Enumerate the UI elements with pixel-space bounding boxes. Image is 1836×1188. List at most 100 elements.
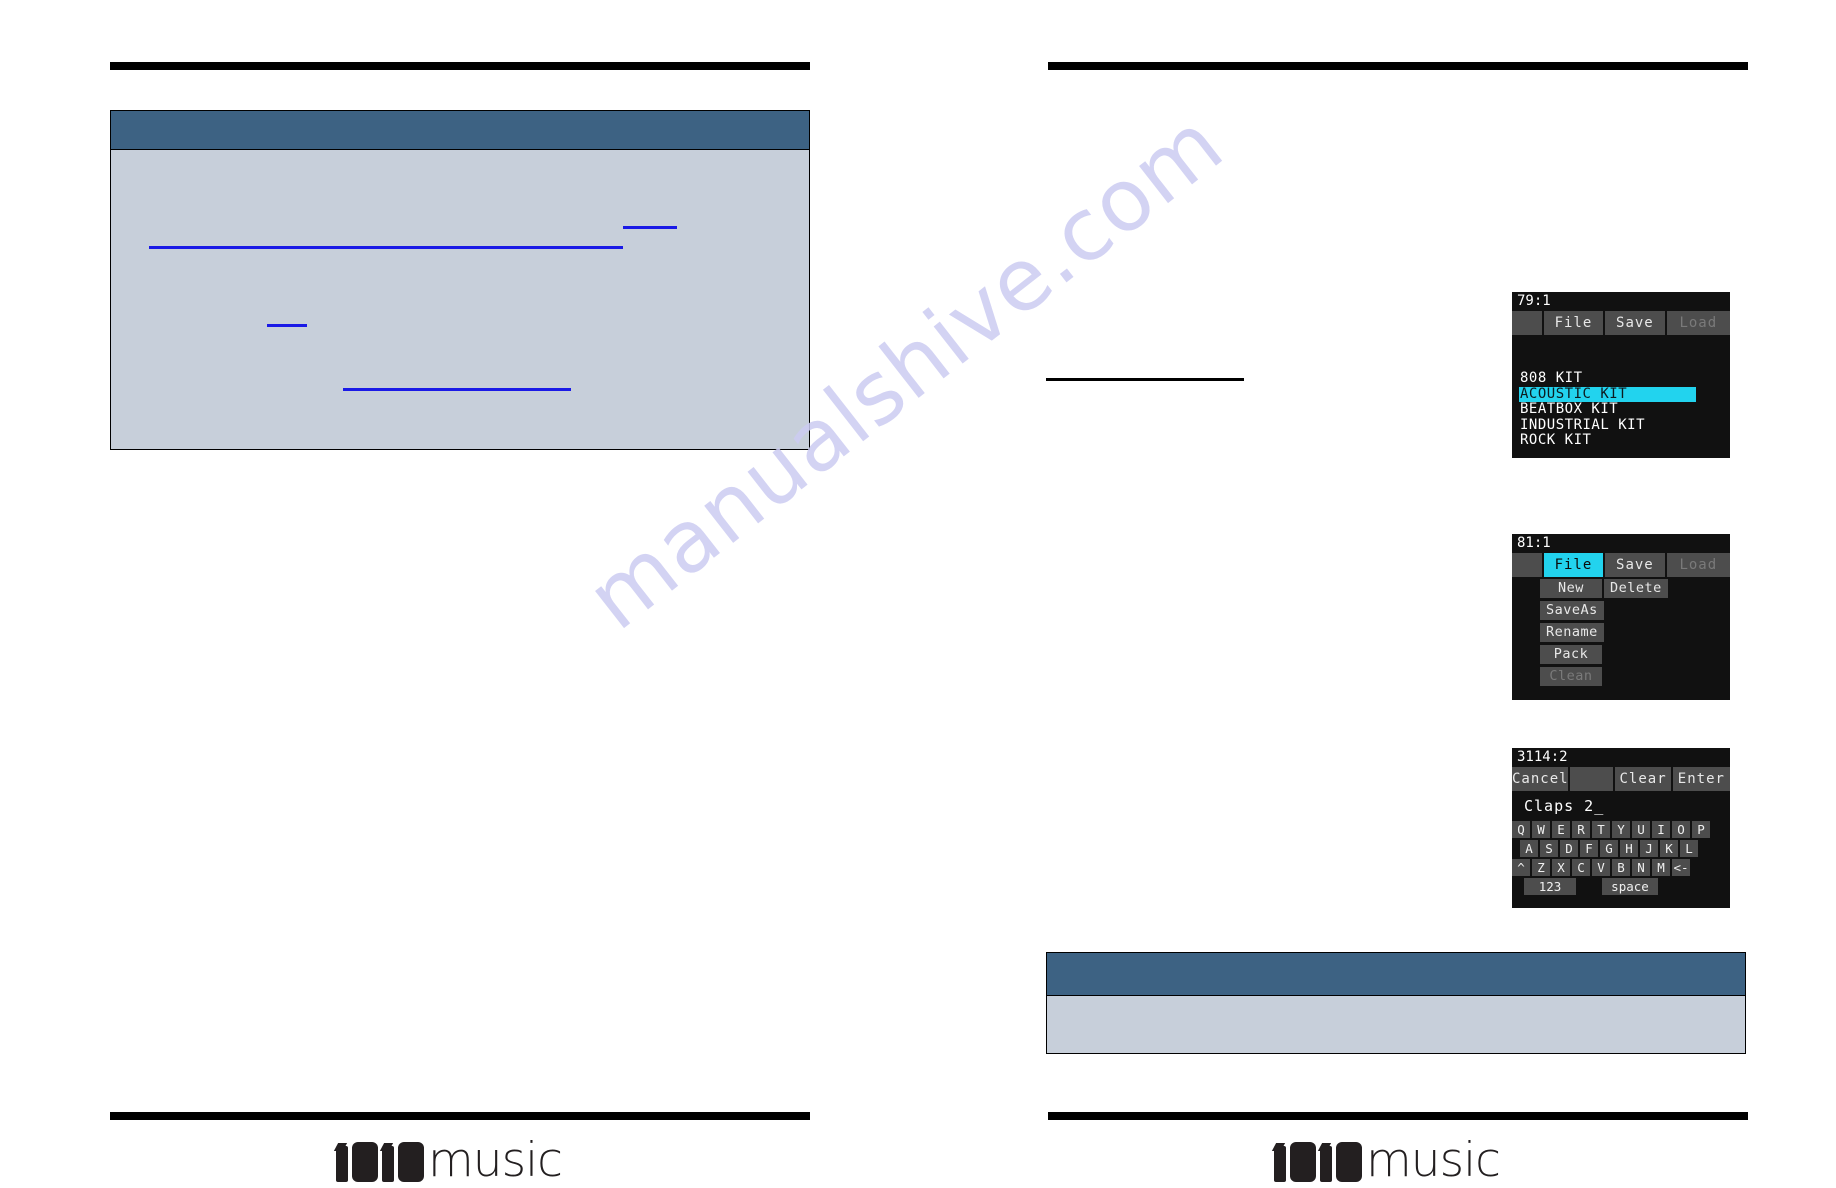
screen-title: 81:1	[1512, 534, 1730, 553]
list-item[interactable]: 808 KIT	[1519, 370, 1723, 387]
key-o[interactable]: O	[1672, 821, 1690, 838]
key-v[interactable]: V	[1592, 859, 1610, 876]
keyboard-row-3: ^ Z X C V B N M <-	[1512, 859, 1730, 876]
menu-row: Rename	[1540, 623, 1668, 642]
menu-row: New Delete	[1540, 579, 1668, 598]
hyperlink-underline[interactable]	[267, 324, 307, 327]
tab-blank	[1570, 767, 1614, 791]
menu-item-rename[interactable]: Rename	[1540, 623, 1604, 642]
menu-item-clean[interactable]: Clean	[1540, 667, 1602, 686]
tab-load[interactable]: Load	[1666, 553, 1730, 577]
logo-mark-icon	[336, 1140, 425, 1182]
section-underline	[1046, 378, 1244, 381]
file-menu-body: New Delete SaveAs Rename Pack Clean	[1512, 577, 1730, 700]
key-m[interactable]: M	[1652, 859, 1670, 876]
menu-row: Clean	[1540, 667, 1668, 686]
keyboard-row-2: A S D F G H J K L	[1512, 840, 1730, 857]
tab-load[interactable]: Load	[1666, 311, 1730, 335]
left-callout-box	[110, 110, 810, 450]
key-c[interactable]: C	[1572, 859, 1590, 876]
kit-list: 808 KIT ACOUSTIC KIT BEATBOX KIT INDUSTR…	[1519, 370, 1723, 449]
menu-row: SaveAs	[1540, 601, 1668, 620]
hyperlink-underline[interactable]	[343, 388, 571, 391]
device-screen-file-menu: 81:1 File Save Load New Delete SaveAs Re…	[1512, 534, 1730, 700]
keyboard-body: Claps 2_ Q W E R T Y U I O P A S D F G H	[1512, 791, 1730, 908]
screen-tab-bar: File Save Load	[1512, 311, 1730, 335]
list-item[interactable]: ROCK KIT	[1519, 432, 1723, 449]
brand-logo: music	[938, 1133, 1836, 1188]
tab-save[interactable]: Save	[1605, 553, 1665, 577]
key-a[interactable]: A	[1520, 840, 1538, 857]
key-q[interactable]: Q	[1512, 821, 1530, 838]
key-r[interactable]: R	[1572, 821, 1590, 838]
backspace-key[interactable]: <-	[1672, 859, 1690, 876]
key-z[interactable]: Z	[1532, 859, 1550, 876]
tab-save[interactable]: Save	[1605, 311, 1665, 335]
menu-item-pack[interactable]: Pack	[1540, 645, 1602, 664]
key-w[interactable]: W	[1532, 821, 1550, 838]
tab-file[interactable]: File	[1543, 553, 1604, 577]
name-text-field[interactable]: Claps 2_	[1524, 797, 1604, 815]
cancel-button[interactable]: Cancel	[1512, 767, 1568, 791]
list-item[interactable]: BEATBOX KIT	[1519, 401, 1723, 418]
key-f[interactable]: F	[1580, 840, 1598, 857]
list-item[interactable]: INDUSTRIAL KIT	[1519, 417, 1723, 434]
right-callout-box	[1046, 952, 1746, 1054]
shift-key[interactable]: ^	[1512, 859, 1530, 876]
logo-wordmark: music	[1366, 1133, 1501, 1188]
key-n[interactable]: N	[1632, 859, 1650, 876]
file-menu: New Delete SaveAs Rename Pack Clean	[1540, 579, 1668, 689]
page-bottom-rule	[1048, 1112, 1748, 1120]
screen-tab-bar: File Save Load	[1512, 553, 1730, 577]
tab-file[interactable]: File	[1543, 311, 1604, 335]
key-k[interactable]: K	[1660, 840, 1678, 857]
brand-logo: music	[0, 1133, 898, 1188]
right-callout-header	[1047, 953, 1745, 996]
key-i[interactable]: I	[1652, 821, 1670, 838]
screen-title: 79:1	[1512, 292, 1730, 311]
logo-wordmark: music	[428, 1133, 563, 1188]
left-page: music	[0, 0, 898, 1188]
page-top-rule	[1048, 62, 1748, 70]
menu-row: Pack	[1540, 645, 1668, 664]
screen-title: 3114:2	[1512, 748, 1730, 767]
on-screen-keyboard: Q W E R T Y U I O P A S D F G H J K L ^ …	[1512, 821, 1730, 897]
device-screen-kit-list: 79:1 File Save Load 808 KIT ACOUSTIC KIT…	[1512, 292, 1730, 458]
left-callout-header	[111, 111, 809, 150]
key-u[interactable]: U	[1632, 821, 1650, 838]
key-h[interactable]: H	[1620, 840, 1638, 857]
clear-button[interactable]: Clear	[1615, 767, 1671, 791]
menu-item-delete[interactable]: Delete	[1604, 579, 1668, 598]
kit-list-body: 808 KIT ACOUSTIC KIT BEATBOX KIT INDUSTR…	[1512, 335, 1730, 458]
numeric-toggle-key[interactable]: 123	[1524, 878, 1576, 895]
keyboard-row-1: Q W E R T Y U I O P	[1512, 821, 1730, 838]
key-j[interactable]: J	[1640, 840, 1658, 857]
key-b[interactable]: B	[1612, 859, 1630, 876]
key-p[interactable]: P	[1692, 821, 1710, 838]
key-l[interactable]: L	[1680, 840, 1698, 857]
key-g[interactable]: G	[1600, 840, 1618, 857]
left-callout-body	[111, 150, 809, 449]
key-s[interactable]: S	[1540, 840, 1558, 857]
hyperlink-underline[interactable]	[623, 226, 677, 229]
key-d[interactable]: D	[1560, 840, 1578, 857]
list-item-selected[interactable]: ACOUSTIC KIT	[1519, 386, 1696, 402]
screen-tab-bar: Cancel Clear Enter	[1512, 767, 1730, 791]
keyboard-row-4: 123 space	[1512, 878, 1730, 895]
tab-blank	[1512, 311, 1542, 335]
page-bottom-rule	[110, 1112, 810, 1120]
enter-button[interactable]: Enter	[1672, 767, 1730, 791]
page-top-rule	[110, 62, 810, 70]
key-t[interactable]: T	[1592, 821, 1610, 838]
right-callout-body	[1047, 996, 1745, 1053]
logo-mark-icon	[1274, 1140, 1363, 1182]
device-screen-keyboard: 3114:2 Cancel Clear Enter Claps 2_ Q W E…	[1512, 748, 1730, 908]
key-e[interactable]: E	[1552, 821, 1570, 838]
key-y[interactable]: Y	[1612, 821, 1630, 838]
key-x[interactable]: X	[1552, 859, 1570, 876]
hyperlink-underline[interactable]	[149, 246, 623, 249]
menu-item-saveas[interactable]: SaveAs	[1540, 601, 1604, 620]
menu-item-new[interactable]: New	[1540, 579, 1602, 598]
space-key[interactable]: space	[1602, 878, 1658, 895]
tab-blank	[1512, 553, 1542, 577]
